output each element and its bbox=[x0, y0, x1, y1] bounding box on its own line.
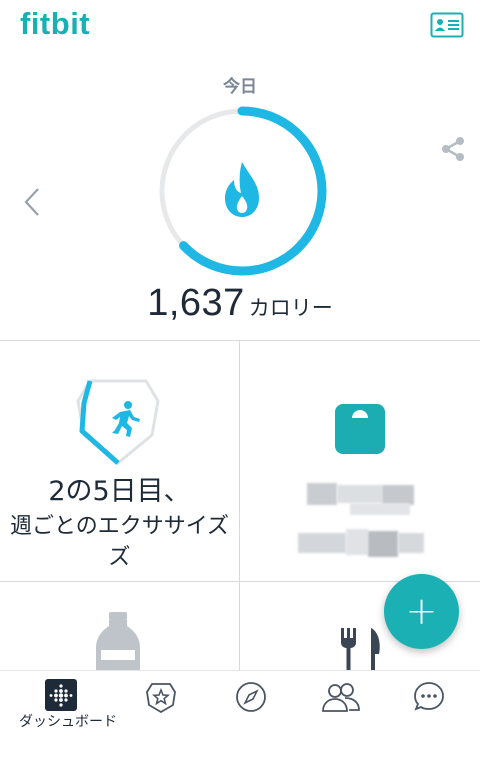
profile-card-icon[interactable] bbox=[430, 12, 464, 38]
nav-item-dashboard[interactable]: ダッシュボード bbox=[13, 671, 117, 764]
messages-icon bbox=[414, 682, 444, 711]
add-button[interactable]: + bbox=[384, 574, 459, 649]
exercise-shield-icon bbox=[76, 379, 160, 465]
compass-icon bbox=[236, 682, 266, 712]
running-figure-icon bbox=[112, 401, 140, 437]
calories-value: 1,637 bbox=[147, 282, 245, 324]
exercise-goal-subtitle-line1: 週ごとのエクササイズ bbox=[9, 514, 230, 539]
community-icon bbox=[322, 683, 360, 712]
calorie-progress-ring[interactable] bbox=[155, 104, 329, 278]
nav-item-challenges[interactable] bbox=[113, 671, 209, 764]
exercise-goal-subtitle-line2: ズ bbox=[108, 545, 131, 570]
challenges-star-icon bbox=[146, 683, 176, 713]
share-icon[interactable] bbox=[438, 134, 468, 164]
exercise-goal-subtitle: 週ごとのエクササイズ ズ bbox=[0, 511, 239, 573]
fitbit-logo: fitbit bbox=[20, 6, 91, 41]
nav-item-messages[interactable] bbox=[381, 671, 477, 764]
flame-icon bbox=[225, 162, 259, 217]
water-bottle-icon bbox=[96, 612, 140, 671]
bottom-navigation: ダッシュボード bbox=[0, 670, 480, 764]
dashboard-icon bbox=[45, 679, 77, 711]
exercise-goal-tile[interactable]: 2の5日目、 週ごとのエクササイズ ズ bbox=[0, 341, 239, 581]
water-tile[interactable] bbox=[0, 582, 239, 671]
calories-summary: 今日 1,637 カロリー bbox=[0, 60, 480, 340]
chevron-left-icon[interactable] bbox=[20, 185, 44, 219]
nav-item-discover[interactable] bbox=[203, 671, 299, 764]
nav-item-community[interactable] bbox=[293, 671, 389, 764]
calories-readout: 1,637 カロリー bbox=[0, 282, 480, 325]
weight-tile[interactable] bbox=[240, 341, 480, 581]
app-header: fitbit bbox=[0, 0, 480, 60]
calories-unit: カロリー bbox=[248, 296, 333, 320]
day-label: 今日 bbox=[223, 77, 257, 97]
exercise-goal-title: 2の5日目、 bbox=[48, 476, 191, 507]
scale-icon bbox=[335, 404, 385, 454]
fork-knife-icon bbox=[341, 628, 380, 671]
